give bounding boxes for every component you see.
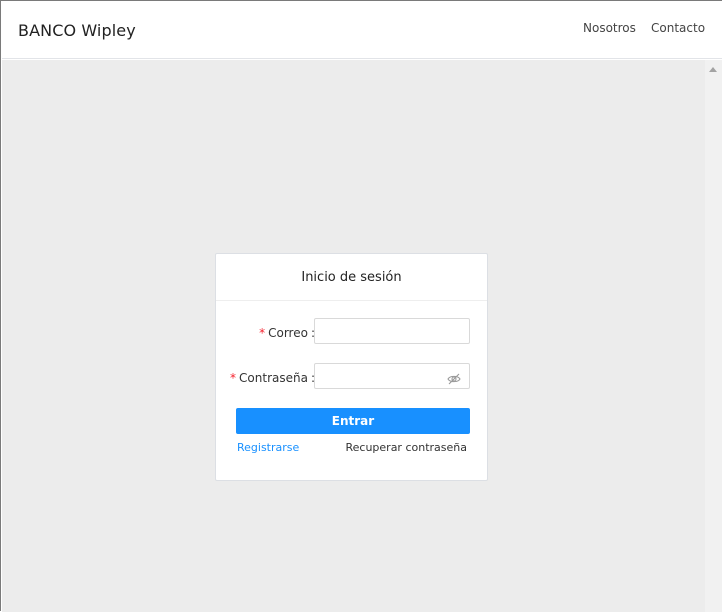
password-label: * Contraseña: — [230, 371, 315, 385]
eye-slash-icon[interactable] — [447, 370, 461, 385]
register-link[interactable]: Registrarse — [237, 441, 299, 454]
required-mark: * — [259, 326, 266, 340]
scroll-up-arrow-icon[interactable] — [709, 67, 717, 72]
browser-frame: BANCO Wipley Nosotros Contacto Inicio de… — [0, 0, 722, 612]
vertical-scrollbar[interactable] — [705, 60, 722, 612]
login-card-header: Inicio de sesión — [216, 254, 487, 301]
recover-password-link[interactable]: Recuperar contraseña — [345, 441, 467, 454]
main-content: Inicio de sesión * Correo: * Contraseña: E… — [2, 60, 705, 612]
login-title: Inicio de sesión — [301, 269, 402, 285]
login-submit-button[interactable]: Entrar — [236, 408, 470, 434]
required-mark: * — [230, 371, 237, 385]
email-label-text: Correo — [268, 326, 308, 340]
navbar: BANCO Wipley Nosotros Contacto — [2, 2, 722, 59]
brand-title[interactable]: BANCO Wipley — [18, 21, 136, 40]
nav-link-nosotros[interactable]: Nosotros — [583, 21, 636, 35]
email-field[interactable] — [314, 318, 470, 344]
email-label: * Correo: — [259, 326, 315, 340]
password-label-text: Contraseña — [239, 371, 308, 385]
login-card: Inicio de sesión * Correo: * Contraseña: E… — [215, 253, 488, 481]
nav-link-contacto[interactable]: Contacto — [651, 21, 705, 35]
